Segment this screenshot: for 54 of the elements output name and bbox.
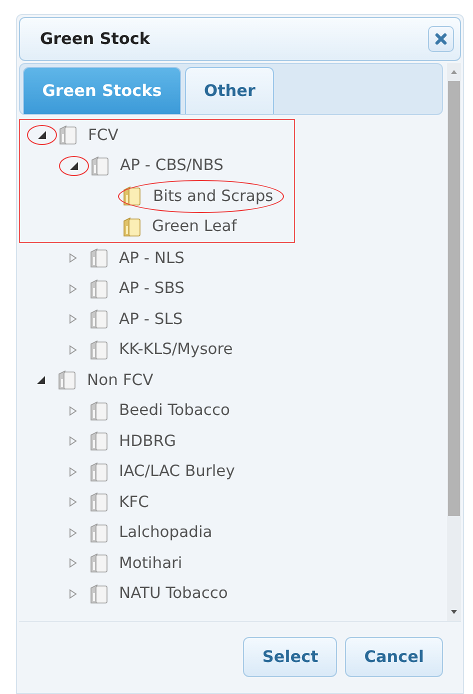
expand-icon[interactable] [68, 466, 78, 477]
folder-icon [89, 278, 109, 300]
tree-item[interactable]: AP - CBS/NBS [120, 154, 224, 178]
scrollbar[interactable] [447, 63, 461, 621]
collapse-icon[interactable] [69, 160, 79, 171]
tree-item[interactable]: AP - SLS [119, 308, 183, 331]
tree-item[interactable]: Beedi Tobacco [119, 399, 230, 422]
close-button[interactable] [428, 26, 454, 52]
tree-item[interactable]: KK-KLS/Mysore [119, 338, 233, 362]
tree-item[interactable]: FCV [88, 124, 118, 147]
folder-icon [89, 522, 109, 544]
expand-icon[interactable] [68, 284, 78, 294]
tree-item[interactable]: Motihari [119, 552, 182, 575]
folder-icon [89, 491, 109, 514]
dialog-button[interactable]: Cancel [345, 636, 443, 676]
folder-icon [89, 552, 109, 574]
expand-icon[interactable] [68, 497, 78, 508]
tree-item[interactable]: Bits and Scraps [118, 180, 284, 213]
tree-item[interactable]: NATU Tobacco [119, 582, 228, 606]
expand-icon[interactable] [68, 558, 78, 568]
folder-icon [89, 308, 109, 330]
tree-item[interactable]: KFC [119, 490, 149, 514]
folder-icon [89, 400, 109, 422]
tree-item[interactable]: AP - NLS [119, 246, 184, 270]
folder-icon [58, 124, 78, 146]
dialog-title: Green Stock [40, 28, 150, 50]
folder-icon [57, 369, 77, 392]
tab[interactable]: Other [185, 67, 274, 114]
tree-item[interactable]: IAC/LAC Burley [119, 460, 235, 484]
expand-icon[interactable] [68, 314, 78, 324]
scroll-thumb[interactable] [448, 81, 460, 516]
folder-icon [89, 582, 109, 605]
expand-icon[interactable] [68, 344, 78, 355]
expand-icon[interactable] [68, 253, 78, 264]
close-icon [434, 32, 448, 46]
tree-item[interactable]: HDBRG [119, 430, 176, 453]
collapse-icon[interactable] [36, 375, 46, 386]
folder-icon [90, 154, 110, 177]
tree-item[interactable]: AP - SBS [119, 277, 184, 300]
expand-icon[interactable] [68, 436, 78, 446]
tree-item[interactable]: Green Leaf [152, 215, 237, 238]
folder-icon [89, 430, 109, 452]
expand-icon[interactable] [68, 406, 78, 416]
tree-item[interactable]: Lalchopadia [119, 521, 212, 544]
expand-icon[interactable] [68, 588, 78, 599]
folder-icon [89, 338, 109, 361]
folder-icon [89, 247, 109, 270]
folder-icon [89, 460, 109, 483]
dialog-button[interactable]: Select [243, 636, 338, 676]
tree-item[interactable]: Non FCV [87, 368, 154, 392]
expand-icon[interactable] [68, 528, 78, 538]
collapse-icon[interactable] [37, 130, 47, 140]
folder-icon [122, 185, 142, 208]
folder-icon [122, 216, 142, 238]
